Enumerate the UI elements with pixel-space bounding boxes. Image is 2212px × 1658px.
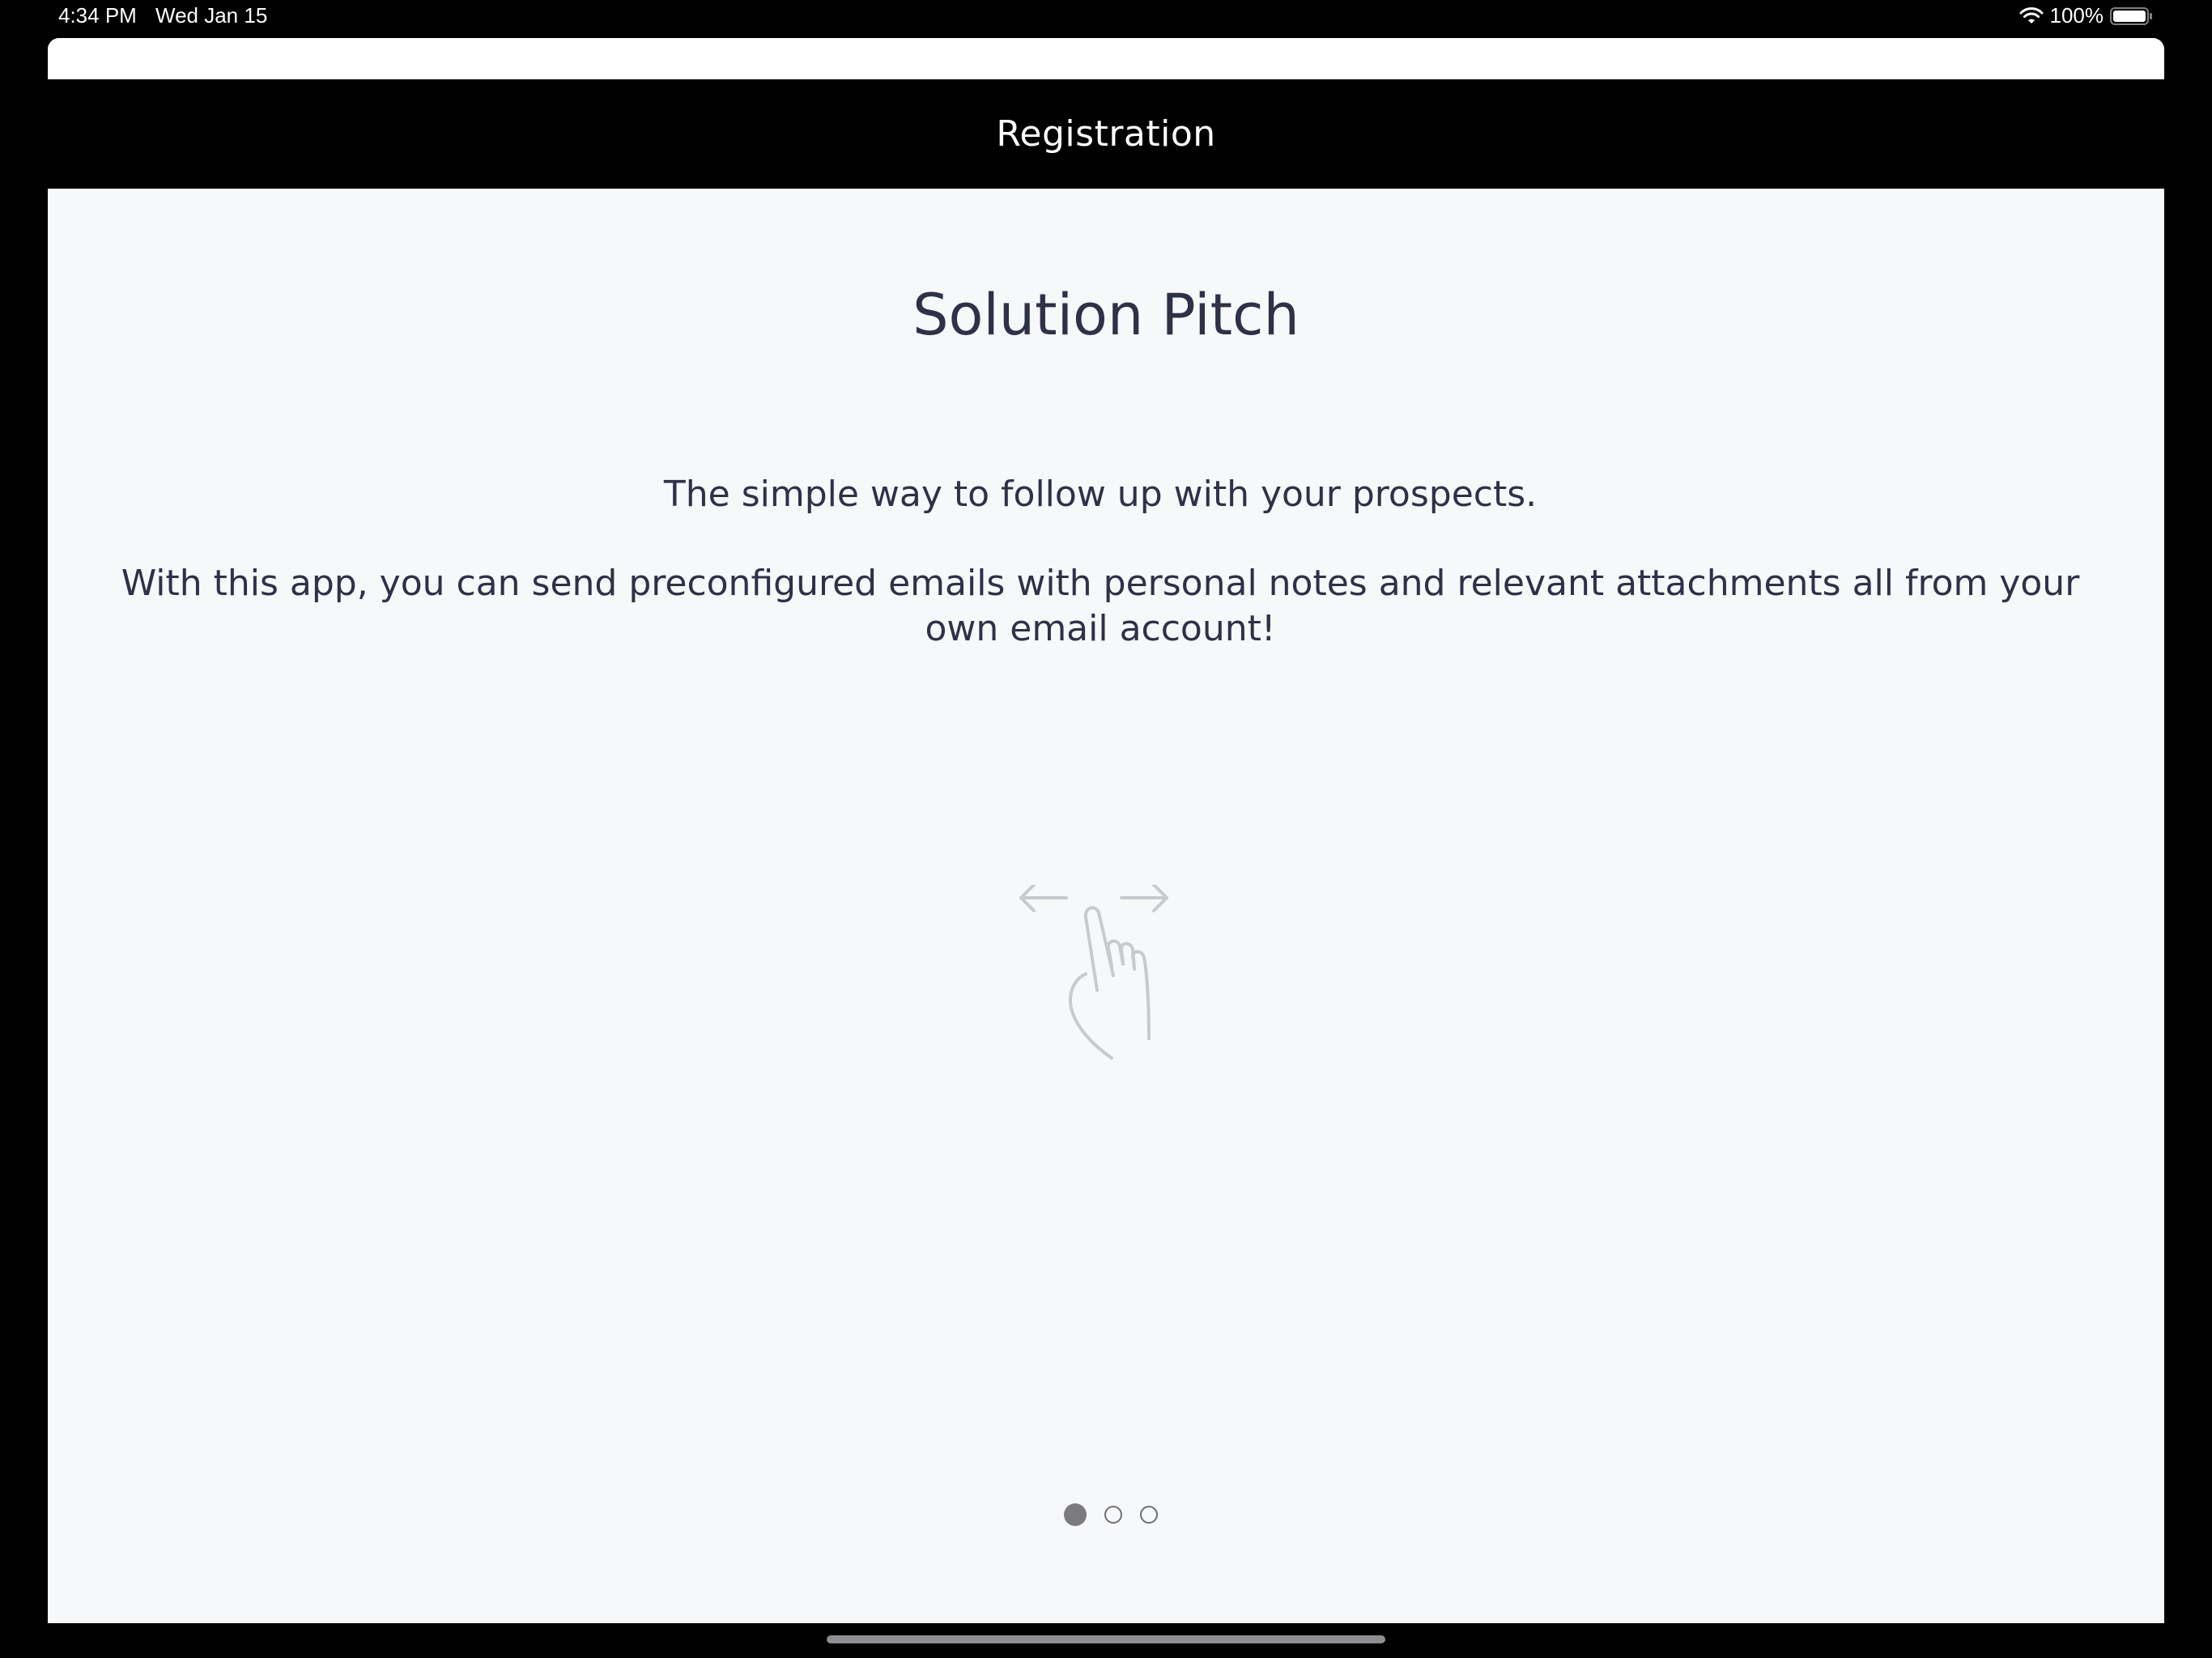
status-indicators: 100%	[2019, 3, 2155, 28]
onboarding-page[interactable]: Solution Pitch The simple way to follow …	[48, 189, 2164, 1623]
wifi-icon	[2019, 6, 2043, 23]
nav-title: Registration	[996, 113, 1216, 155]
page-dot-1[interactable]	[1064, 1503, 1087, 1526]
navigation-bar: Registration	[48, 79, 2164, 189]
home-indicator[interactable]	[827, 1635, 1385, 1643]
battery-icon	[2110, 6, 2152, 25]
page-dot-2[interactable]	[1104, 1506, 1122, 1524]
status-time: 4:34 PM	[58, 3, 137, 28]
sheet-top-strip	[48, 38, 2164, 79]
description-text: With this app, you can send preconfigure…	[121, 563, 2080, 649]
tagline-text: The simple way to follow up with your pr…	[663, 474, 1538, 515]
status-date: Wed Jan 15	[155, 3, 268, 28]
battery-percentage: 100%	[2049, 3, 2104, 28]
page-title: Solution Pitch	[912, 282, 1300, 348]
registration-sheet: Registration Solution Pitch The simple w…	[48, 38, 2164, 1623]
ipad-screen: 4:34 PM Wed Jan 15 100% Registration Sol…	[0, 0, 2212, 1658]
status-bar: 4:34 PM Wed Jan 15 100%	[0, 0, 2212, 36]
swipe-gesture-icon	[1019, 885, 1168, 1060]
page-indicator[interactable]	[48, 1503, 2164, 1526]
page-dot-3[interactable]	[1140, 1506, 1158, 1524]
